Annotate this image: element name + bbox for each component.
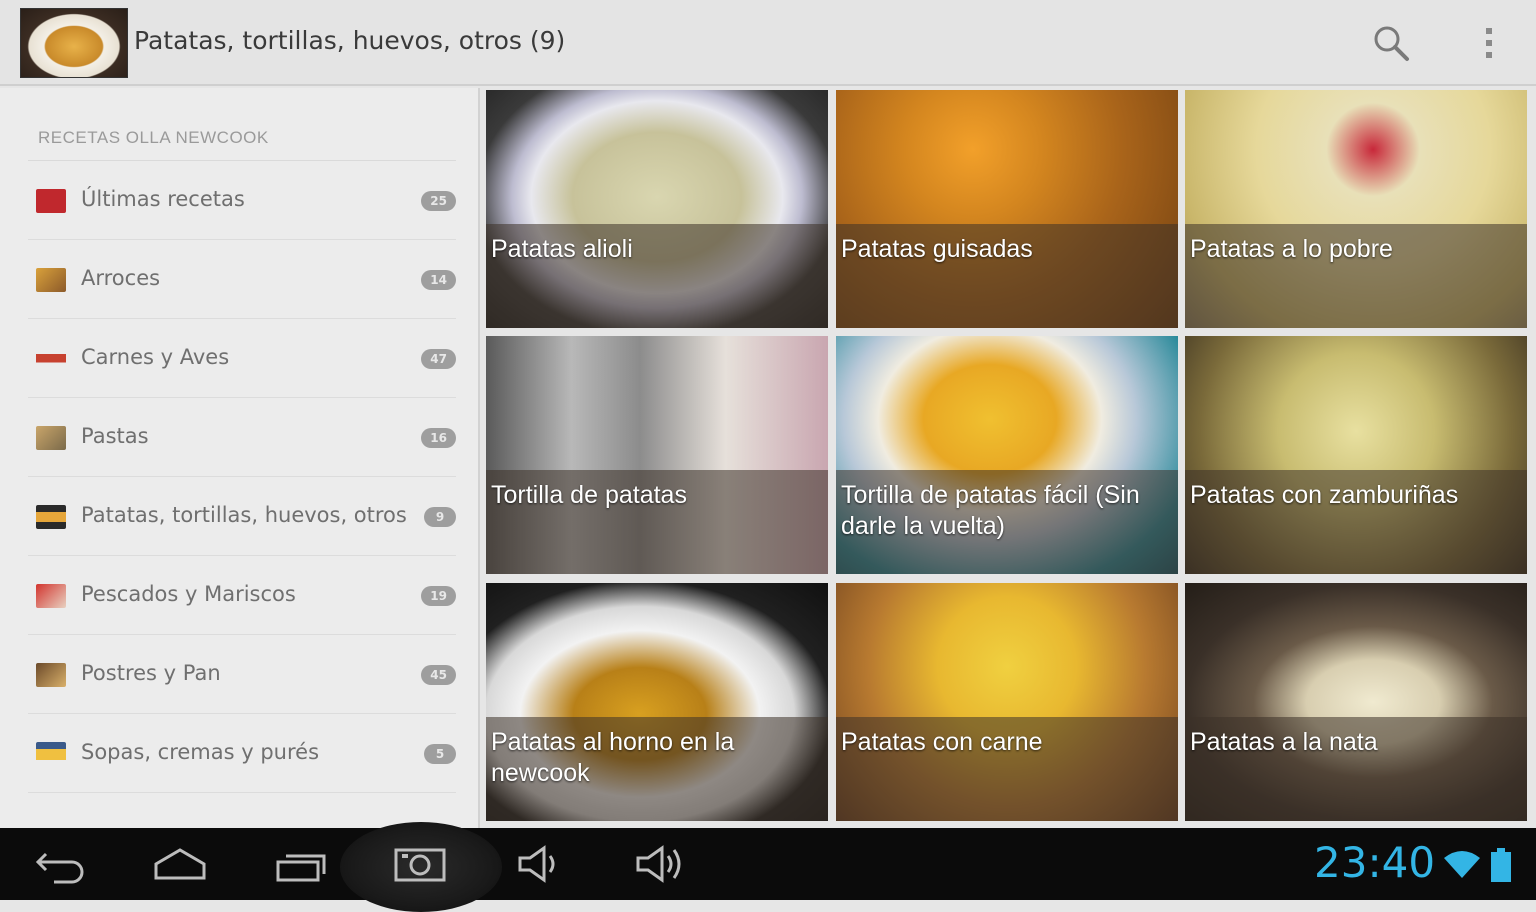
- count-badge: 9: [424, 507, 456, 527]
- recipe-caption: Patatas con carne: [836, 717, 1178, 821]
- recipe-caption: Patatas a lo pobre: [1185, 224, 1527, 328]
- fish-icon: [36, 584, 66, 608]
- recipe-caption: Patatas con zamburiñas: [1185, 470, 1527, 574]
- system-navigation-bar: 23:40: [0, 822, 1536, 912]
- recipe-card-tortilla-facil[interactable]: Tortilla de patatas fácil (Sin darle la …: [836, 336, 1178, 574]
- count-badge: 14: [421, 270, 456, 290]
- home-icon: [154, 848, 206, 880]
- recipe-card-patatas-con-carne[interactable]: Patatas con carne: [836, 583, 1178, 821]
- recipe-title: Patatas con carne: [841, 728, 1043, 756]
- recipe-title: Patatas guisadas: [841, 235, 1033, 263]
- drawer-item-carnes-y-aves[interactable]: Carnes y Aves 47: [28, 319, 456, 398]
- drawer-item-label: Pastas: [81, 424, 149, 448]
- recent-apps-icon: [276, 854, 326, 882]
- recipe-card-tortilla-de-patatas[interactable]: Tortilla de patatas: [486, 336, 828, 574]
- volume-up-icon: [636, 845, 681, 883]
- drawer-item-patatas-tortillas[interactable]: Patatas, tortillas, huevos, otros 9: [28, 477, 456, 556]
- rice-icon: [36, 268, 66, 292]
- volume-down-icon: [518, 845, 555, 883]
- drawer-item-label: Patatas, tortillas, huevos, otros: [81, 503, 407, 527]
- recipe-card-patatas-guisadas[interactable]: Patatas guisadas: [836, 90, 1178, 328]
- volume-down-button[interactable]: [512, 836, 572, 892]
- recipe-caption: Patatas al horno en la newcook: [486, 717, 828, 821]
- drawer-header: RECETAS OLLA NEWCOOK: [38, 128, 269, 147]
- home-button[interactable]: [150, 836, 210, 892]
- back-button[interactable]: [30, 836, 90, 892]
- recipe-caption: Patatas a la nata: [1185, 717, 1527, 821]
- status-clock: 23:40: [1314, 838, 1436, 887]
- drawer-item-sopas-cremas[interactable]: Sopas, cremas y purés 5: [28, 714, 456, 793]
- recipe-caption: Tortilla de patatas fácil (Sin darle la …: [836, 470, 1178, 574]
- count-badge: 5: [424, 744, 456, 764]
- app-icon[interactable]: [20, 8, 128, 78]
- page-title: Patatas, tortillas, huevos, otros (9): [134, 26, 566, 55]
- wifi-icon: [1444, 851, 1480, 878]
- recipe-caption: Patatas guisadas: [836, 224, 1178, 328]
- drawer-item-label: Últimas recetas: [81, 187, 245, 211]
- back-icon: [35, 852, 84, 884]
- soup-icon: [36, 742, 66, 766]
- recipe-title: Patatas a lo pobre: [1190, 235, 1393, 263]
- recipe-grid: Patatas alioli Patatas guisadas Patatas …: [486, 90, 1530, 823]
- recent-recipes-icon: [36, 189, 66, 213]
- drawer-item-label: Sopas, cremas y purés: [81, 740, 320, 764]
- pasta-icon: [36, 426, 66, 450]
- drawer-item-arroces[interactable]: Arroces 14: [28, 240, 456, 319]
- recipe-title: Tortilla de patatas fácil (Sin darle la …: [841, 481, 1140, 540]
- dessert-icon: [36, 663, 66, 687]
- battery-icon: [1491, 848, 1511, 882]
- recent-apps-button[interactable]: [272, 836, 332, 892]
- drawer-item-pescados-y-mariscos[interactable]: Pescados y Mariscos 19: [28, 556, 456, 635]
- volume-up-button[interactable]: [630, 836, 690, 892]
- overflow-menu-button[interactable]: [1466, 20, 1512, 66]
- recipe-title: Patatas al horno en la newcook: [491, 728, 735, 787]
- recipe-caption: Patatas alioli: [486, 224, 828, 328]
- count-badge: 16: [421, 428, 456, 448]
- count-badge: 19: [421, 586, 456, 606]
- recipe-card-patatas-con-zamburinas[interactable]: Patatas con zamburiñas: [1185, 336, 1527, 574]
- recipe-card-patatas-a-lo-pobre[interactable]: Patatas a lo pobre: [1185, 90, 1527, 328]
- recipe-card-patatas-al-horno[interactable]: Patatas al horno en la newcook: [486, 583, 828, 821]
- count-badge: 47: [421, 349, 456, 369]
- meat-icon: [36, 347, 66, 371]
- drawer-item-label: Arroces: [81, 266, 161, 290]
- count-badge: 25: [421, 191, 456, 211]
- recipe-title: Tortilla de patatas: [491, 481, 687, 509]
- potato-icon: [36, 505, 66, 529]
- drawer-item-label: Postres y Pan: [81, 661, 221, 685]
- search-button[interactable]: [1368, 20, 1414, 66]
- recipe-caption: Tortilla de patatas: [486, 470, 828, 574]
- camera-icon: [394, 848, 446, 882]
- drawer-item-postres-y-pan[interactable]: Postres y Pan 45: [28, 635, 456, 714]
- drawer-item-pastas[interactable]: Pastas 16: [28, 398, 456, 477]
- screenshot-button[interactable]: [390, 836, 450, 892]
- recipe-title: Patatas a la nata: [1190, 728, 1378, 756]
- action-bar: Patatas, tortillas, huevos, otros (9): [0, 0, 1536, 86]
- recipe-card-patatas-alioli[interactable]: Patatas alioli: [486, 90, 828, 328]
- recipe-card-patatas-a-la-nata[interactable]: Patatas a la nata: [1185, 583, 1527, 821]
- recipe-title: Patatas alioli: [491, 235, 633, 263]
- navigation-drawer: RECETAS OLLA NEWCOOK Últimas recetas 25 …: [0, 88, 480, 828]
- drawer-item-label: Pescados y Mariscos: [81, 582, 296, 606]
- count-badge: 45: [421, 665, 456, 685]
- drawer-item-label: Carnes y Aves: [81, 345, 230, 369]
- drawer-item-ultimas-recetas[interactable]: Últimas recetas 25: [28, 161, 456, 240]
- search-icon: [1374, 26, 1409, 61]
- overflow-menu-icon: [1486, 28, 1492, 58]
- recipe-title: Patatas con zamburiñas: [1190, 481, 1459, 509]
